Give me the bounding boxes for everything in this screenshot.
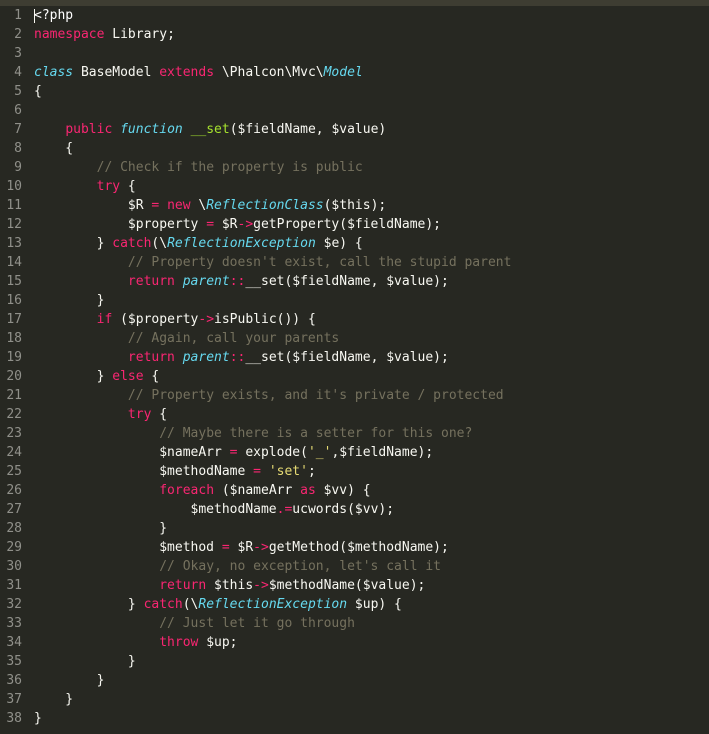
line-number: 13: [4, 234, 22, 253]
code-line[interactable]: }: [34, 291, 709, 310]
line-number: 29: [4, 538, 22, 557]
code-line[interactable]: $methodName = 'set';: [34, 462, 709, 481]
code-editor[interactable]: 1 2 3 4 5 6 7 8 9 10 11 12 13 14 15 16 1…: [0, 6, 709, 734]
code-line[interactable]: {: [34, 82, 709, 101]
code-line[interactable]: try {: [34, 405, 709, 424]
line-number: 10: [4, 177, 22, 196]
code-line[interactable]: } catch(\ReflectionException $e) {: [34, 234, 709, 253]
line-number: 37: [4, 690, 22, 709]
code-line[interactable]: }: [34, 519, 709, 538]
code-line[interactable]: [34, 44, 709, 63]
line-number: 14: [4, 253, 22, 272]
code-line[interactable]: // Okay, no exception, let's call it: [34, 557, 709, 576]
line-number: 12: [4, 215, 22, 234]
code-line[interactable]: return parent::__set($fieldName, $value)…: [34, 348, 709, 367]
line-number: 4: [4, 63, 22, 82]
line-number: 38: [4, 709, 22, 728]
line-number: 24: [4, 443, 22, 462]
line-number: 25: [4, 462, 22, 481]
line-number: 36: [4, 671, 22, 690]
line-number: 6: [4, 101, 22, 120]
line-number: 20: [4, 367, 22, 386]
line-number: 19: [4, 348, 22, 367]
line-number: 31: [4, 576, 22, 595]
line-number: 1: [4, 6, 22, 25]
code-line[interactable]: // Just let it go through: [34, 614, 709, 633]
line-number: 32: [4, 595, 22, 614]
code-line[interactable]: class BaseModel extends \Phalcon\Mvc\Mod…: [34, 63, 709, 82]
line-number: 2: [4, 25, 22, 44]
line-number: 8: [4, 139, 22, 158]
line-number: 26: [4, 481, 22, 500]
code-line[interactable]: $methodName.=ucwords($vv);: [34, 500, 709, 519]
line-number: 21: [4, 386, 22, 405]
code-line[interactable]: }: [34, 690, 709, 709]
line-number: 30: [4, 557, 22, 576]
code-line[interactable]: {: [34, 139, 709, 158]
code-line[interactable]: return parent::__set($fieldName, $value)…: [34, 272, 709, 291]
code-line[interactable]: [34, 101, 709, 120]
line-number: 35: [4, 652, 22, 671]
line-number: 11: [4, 196, 22, 215]
code-line[interactable]: } catch(\ReflectionException $up) {: [34, 595, 709, 614]
code-line[interactable]: foreach ($nameArr as $vv) {: [34, 481, 709, 500]
line-number: 15: [4, 272, 22, 291]
code-line[interactable]: // Check if the property is public: [34, 158, 709, 177]
line-number: 3: [4, 44, 22, 63]
line-number: 34: [4, 633, 22, 652]
code-line[interactable]: // Again, call your parents: [34, 329, 709, 348]
code-line[interactable]: $R = new \ReflectionClass($this);: [34, 196, 709, 215]
line-number: 9: [4, 158, 22, 177]
code-line[interactable]: if ($property->isPublic()) {: [34, 310, 709, 329]
line-number: 33: [4, 614, 22, 633]
line-number-gutter: 1 2 3 4 5 6 7 8 9 10 11 12 13 14 15 16 1…: [0, 6, 30, 734]
line-number: 27: [4, 500, 22, 519]
line-number: 7: [4, 120, 22, 139]
code-line[interactable]: throw $up;: [34, 633, 709, 652]
code-line[interactable]: $nameArr = explode('_',$fieldName);: [34, 443, 709, 462]
code-line[interactable]: try {: [34, 177, 709, 196]
code-line[interactable]: // Property exists, and it's private / p…: [34, 386, 709, 405]
code-area[interactable]: <?php namespace Library; class BaseModel…: [30, 6, 709, 734]
code-line[interactable]: $property = $R->getProperty($fieldName);: [34, 215, 709, 234]
code-line[interactable]: // Maybe there is a setter for this one?: [34, 424, 709, 443]
line-number: 18: [4, 329, 22, 348]
code-line[interactable]: return $this->$methodName($value);: [34, 576, 709, 595]
code-line[interactable]: }: [34, 671, 709, 690]
line-number: 22: [4, 405, 22, 424]
code-line[interactable]: } else {: [34, 367, 709, 386]
line-number: 28: [4, 519, 22, 538]
line-number: 17: [4, 310, 22, 329]
code-line[interactable]: // Property doesn't exist, call the stup…: [34, 253, 709, 272]
code-line[interactable]: namespace Library;: [34, 25, 709, 44]
code-line[interactable]: public function __set($fieldName, $value…: [34, 120, 709, 139]
code-line[interactable]: }: [34, 709, 709, 728]
line-number: 5: [4, 82, 22, 101]
code-line[interactable]: $method = $R->getMethod($methodName);: [34, 538, 709, 557]
code-line[interactable]: <?php: [34, 6, 709, 25]
code-line[interactable]: }: [34, 652, 709, 671]
line-number: 23: [4, 424, 22, 443]
line-number: 16: [4, 291, 22, 310]
